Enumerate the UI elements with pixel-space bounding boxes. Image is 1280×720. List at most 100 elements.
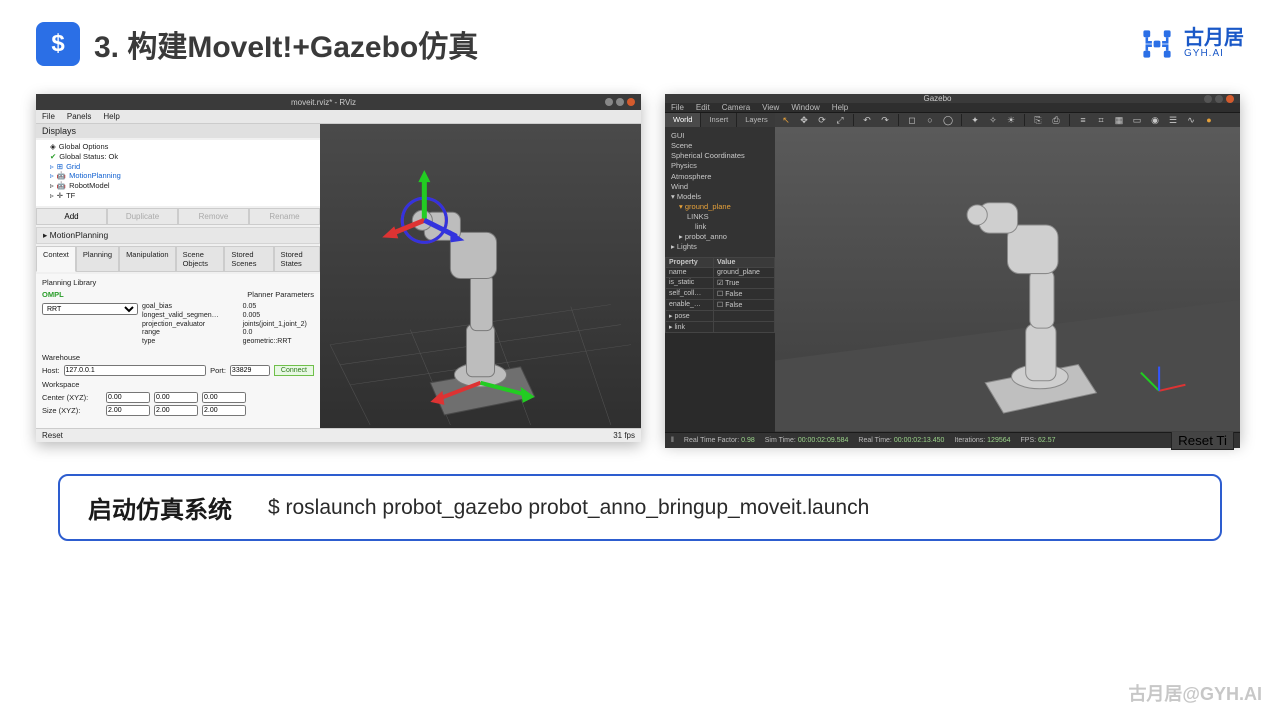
rviz-left-panel: Displays ◈Global Options ✔Global Status:…: [36, 124, 320, 428]
rotate-icon[interactable]: ⟳: [815, 113, 829, 127]
command-text: $ roslaunch probot_gazebo probot_anno_br…: [268, 496, 869, 520]
pointlight-icon[interactable]: ✦: [968, 113, 982, 127]
warehouse-label: Warehouse: [42, 353, 314, 362]
context-pane: Planning Library OMPL Planner Parameters…: [36, 274, 320, 428]
gz-menu-camera[interactable]: Camera: [722, 103, 750, 112]
reset-button[interactable]: Reset: [42, 431, 63, 440]
gazebo-window-title: Gazebo: [671, 94, 1204, 103]
rviz-titlebar[interactable]: moveit.rviz* - RViz: [36, 94, 641, 110]
tab-planning[interactable]: Planning: [76, 246, 119, 272]
log-icon[interactable]: ☰: [1166, 113, 1180, 127]
planning-library-label: Planning Library: [42, 278, 314, 287]
gz-close-icon[interactable]: [1226, 95, 1234, 103]
gz-menu-edit[interactable]: Edit: [696, 103, 710, 112]
size-x[interactable]: [106, 405, 150, 416]
watermark: 古月居@GYH.AI: [1128, 680, 1262, 706]
translate-icon[interactable]: ✥: [797, 113, 811, 127]
align-icon[interactable]: ≡: [1076, 113, 1090, 127]
tab-stored-scenes[interactable]: Stored Scenes: [224, 246, 273, 272]
screenshot-icon[interactable]: ◉: [1148, 113, 1162, 127]
tab-manipulation[interactable]: Manipulation: [119, 246, 176, 272]
reset-time-button[interactable]: Reset Ti: [1171, 431, 1234, 450]
port-label: Port:: [210, 366, 226, 375]
center-z[interactable]: [202, 392, 246, 403]
maximize-icon[interactable]: [616, 98, 624, 106]
center-y[interactable]: [154, 392, 198, 403]
ortho-icon[interactable]: ▭: [1130, 113, 1144, 127]
sphere-icon[interactable]: ○: [923, 113, 937, 127]
rviz-3d-view[interactable]: [320, 124, 641, 428]
redo-icon[interactable]: ↷: [878, 113, 892, 127]
gz-tab-world[interactable]: World: [665, 113, 701, 127]
center-x[interactable]: [106, 392, 150, 403]
cylinder-icon[interactable]: ◯: [941, 113, 955, 127]
gazebo-titlebar[interactable]: Gazebo: [665, 94, 1240, 103]
planner-select[interactable]: RRT: [42, 303, 138, 315]
ompl-label: OMPL: [42, 290, 64, 299]
slide-title: 3. 构建MoveIt!+Gazebo仿真: [94, 22, 478, 66]
gazebo-window: Gazebo File Edit Camera View Window Help…: [665, 94, 1240, 442]
add-button[interactable]: Add: [36, 208, 107, 225]
gz-maximize-icon[interactable]: [1215, 95, 1223, 103]
host-input[interactable]: [64, 365, 207, 376]
record-icon[interactable]: ●: [1202, 113, 1216, 127]
gz-menu-file[interactable]: File: [671, 103, 684, 112]
connect-button[interactable]: Connect: [274, 365, 314, 376]
fps-readout: 31 fps: [613, 431, 635, 440]
displays-panel-title[interactable]: Displays: [36, 124, 320, 138]
gz-tab-insert[interactable]: Insert: [701, 113, 737, 127]
gz-menu-window[interactable]: Window: [791, 103, 819, 112]
gz-tab-layers[interactable]: Layers: [737, 113, 777, 127]
copy-icon[interactable]: ⎘: [1031, 113, 1045, 127]
rviz-menubar: File Panels Help: [36, 110, 641, 124]
menu-file[interactable]: File: [42, 112, 55, 121]
pause-button[interactable]: ‖: [671, 437, 674, 444]
menu-panels[interactable]: Panels: [67, 112, 91, 121]
realtime-value: 00:00:02:13.450: [894, 437, 945, 444]
rename-button: Rename: [249, 208, 320, 225]
remove-button: Remove: [178, 208, 249, 225]
minimize-icon[interactable]: [605, 98, 613, 106]
size-label: Size (XYZ):: [42, 406, 102, 415]
gzfps-value: 62.57: [1038, 437, 1056, 444]
mp-tabs: Context Planning Manipulation Scene Obje…: [36, 246, 320, 272]
plot-icon[interactable]: ∿: [1184, 113, 1198, 127]
box-icon[interactable]: ◻: [905, 113, 919, 127]
dirlight-icon[interactable]: ☀: [1004, 113, 1018, 127]
rviz-scene-icon: [320, 124, 641, 428]
brand-name-en: GYH.AI: [1184, 49, 1244, 60]
rtf-value: 0.98: [741, 437, 755, 444]
spotlight-icon[interactable]: ✧: [986, 113, 1000, 127]
gazebo-scene-icon: [775, 127, 1240, 432]
size-z[interactable]: [202, 405, 246, 416]
close-icon[interactable]: [627, 98, 635, 106]
undo-icon[interactable]: ↶: [860, 113, 874, 127]
tab-scene-objects[interactable]: Scene Objects: [176, 246, 225, 272]
world-tree[interactable]: GUI Scene Spherical Coordinates Physics …: [665, 127, 775, 257]
gazebo-3d-view[interactable]: [775, 127, 1240, 432]
simtime-value: 00:00:02:09.584: [798, 437, 849, 444]
size-y[interactable]: [154, 405, 198, 416]
gz-minimize-icon[interactable]: [1204, 95, 1212, 103]
property-panel[interactable]: PropertyValue nameground_plane is_static…: [665, 257, 775, 333]
scale-icon[interactable]: ⤢: [833, 113, 847, 127]
slide-logo-icon: $: [36, 22, 80, 66]
gazebo-statusbar: ‖ Real Time Factor: 0.98 Sim Time: 00:00…: [665, 432, 1240, 448]
rviz-window-title: moveit.rviz* - RViz: [42, 98, 605, 107]
cursor-icon[interactable]: ↖: [779, 113, 793, 127]
iter-value: 129564: [987, 437, 1010, 444]
displays-tree[interactable]: ◈Global Options ✔Global Status: Ok ▹⊞Gri…: [36, 140, 320, 206]
tab-context[interactable]: Context: [36, 246, 76, 272]
view-icon[interactable]: ▦: [1112, 113, 1126, 127]
motionplanning-panel-title[interactable]: ▸ MotionPlanning: [36, 227, 320, 244]
tab-stored-states[interactable]: Stored States: [274, 246, 320, 272]
port-input[interactable]: [230, 365, 270, 376]
snap-icon[interactable]: ⌗: [1094, 113, 1108, 127]
gazebo-toolbar: ↖ ✥ ⟳ ⤢ ↶ ↷ ◻ ○ ◯ ✦ ✧ ☀ ⎘ ⎙ ≡ ⌗: [775, 113, 1240, 127]
gz-menu-help[interactable]: Help: [832, 103, 848, 112]
slide-header: $ 3. 构建MoveIt!+Gazebo仿真 古月居 GYH.AI: [0, 0, 1280, 66]
paste-icon[interactable]: ⎙: [1049, 113, 1063, 127]
menu-help[interactable]: Help: [103, 112, 119, 121]
gz-menu-view[interactable]: View: [762, 103, 779, 112]
command-label: 启动仿真系统: [88, 490, 232, 525]
